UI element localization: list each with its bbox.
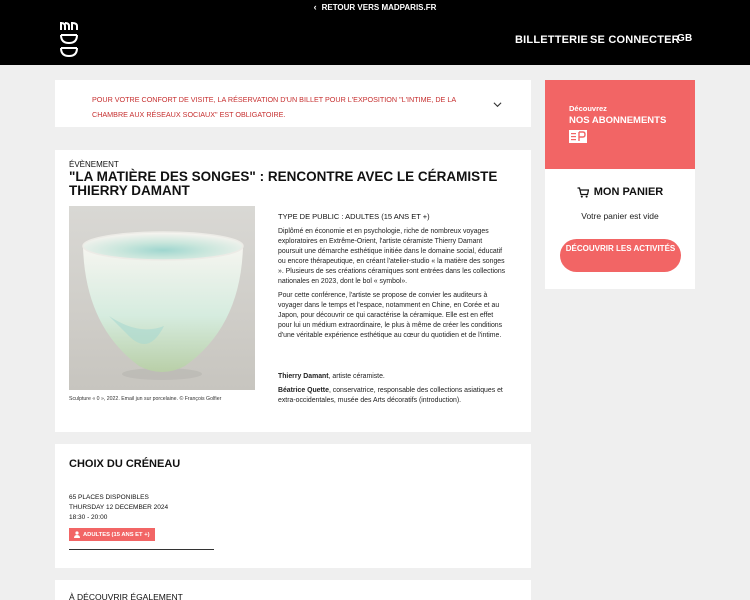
divider [69,549,214,550]
subscription-card-icon [569,130,587,143]
cart-panel: MON PANIER Votre panier est vide DÉCOUVR… [545,169,695,289]
slot-title: CHOIX DU CRÉNEAU [69,458,181,470]
photo-caption: Sculpture « 0 », 2022. Email jun sur por… [69,396,222,402]
promo-kicker: Découvrez [569,104,607,113]
ceramic-bowl-photo [69,206,255,390]
slot-selection-card: CHOIX DU CRÉNEAU 65 PLACES DISPONIBLES T… [55,444,531,568]
event-title: "LA MATIÈRE DES SONGES" : RENCONTRE AVEC… [69,169,498,198]
mad-logo[interactable] [58,20,80,58]
back-link-label: RETOUR VERS MADPARIS.FR [321,2,437,12]
event-description: Diplômé en économie et en psychologie, r… [278,227,506,345]
speaker-name: Béatrice Quette [278,387,329,394]
description-paragraph: Diplômé en économie et en psychologie, r… [278,228,506,285]
user-icon [74,531,80,538]
back-to-site-link[interactable]: ‹ RETOUR VERS MADPARIS.FR [0,0,750,14]
audience-type: TYPE DE PUBLIC : ADULTES (15 ANS ET +) [278,212,430,221]
nav-login[interactable]: SE CONNECTER [590,34,680,46]
speaker: Thierry Damant, artiste céramiste. [278,372,506,382]
promo-title: NOS ABONNEMENTS [569,115,667,126]
site-header: BILLETTERIE SE CONNECTER GB [0,14,750,65]
language-switch[interactable]: GB [677,33,692,44]
discover-also-section: À DÉCOUVRIR ÉGALEMENT [55,580,531,600]
reservation-notice[interactable]: POUR VOTRE CONFORT DE VISITE, LA RÉSERVA… [55,80,531,127]
event-kicker: ÉVÈNEMENT [69,160,119,169]
discover-activities-button[interactable]: DÉCOUVRIR LES ACTIVITÉS [560,239,681,272]
slot-badge-label: ADULTES (15 ANS ET +) [83,531,150,538]
discover-title: À DÉCOUVRIR ÉGALEMENT [69,592,183,600]
cart-title: MON PANIER [593,186,664,198]
speaker: Béatrice Quette, conservatrice, responsa… [278,386,506,406]
event-card: ÉVÈNEMENT "LA MATIÈRE DES SONGES" : RENC… [55,150,531,432]
chevron-down-icon[interactable] [493,100,502,109]
slot-time: 18:30 - 20:00 [69,514,108,521]
slot-places: 65 PLACES DISPONIBLES [69,494,149,501]
slot-date: THURSDAY 12 DECEMBER 2024 [69,504,169,511]
speakers: Thierry Damant, artiste céramiste. Béatr… [278,372,506,410]
chevron-left-icon: ‹ [313,1,317,12]
nav-billetterie[interactable]: BILLETTERIE [515,34,588,46]
cart-icon [577,186,589,198]
speaker-role: , artiste céramiste. [328,373,385,380]
cart-empty-text: Votre panier est vide [581,211,659,221]
cart-header: MON PANIER [545,186,695,198]
description-paragraph: Pour cette conférence, l'artiste se prop… [278,292,503,339]
notice-text: POUR VOTRE CONFORT DE VISITE, LA RÉSERVA… [92,95,456,119]
subscriptions-promo[interactable]: Découvrez NOS ABONNEMENTS [545,80,695,169]
slot-audience-button[interactable]: ADULTES (15 ANS ET +) [69,528,155,541]
speaker-name: Thierry Damant [278,373,329,380]
